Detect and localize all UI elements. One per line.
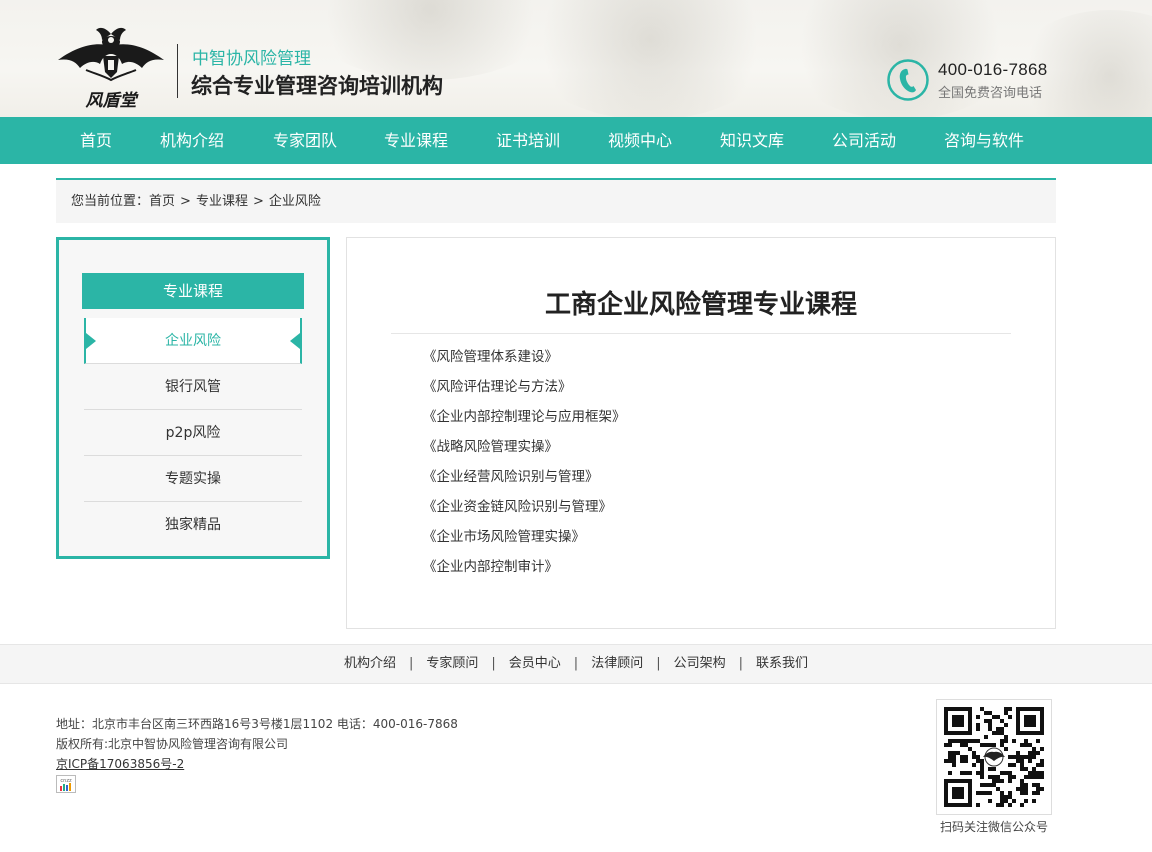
footer-copyright: 版权所有:北京中智协风险管理咨询有限公司 xyxy=(56,737,289,751)
breadcrumb: 您当前位置：首页 > 专业课程 > 企业风险 xyxy=(56,178,1056,223)
breadcrumb-prefix: 您当前位置： xyxy=(71,194,150,209)
hotline-caption: 全国免费咨询电话 xyxy=(938,86,1043,101)
footer-link-members[interactable]: 会员中心 xyxy=(509,656,561,671)
footer-links: 机构介绍 | 专家顾问 | 会员中心 | 法律顾问 | 公司架构 | 联系我们 xyxy=(0,644,1152,684)
nav-item-certificates[interactable]: 证书培训 xyxy=(496,117,560,164)
nav-item-library[interactable]: 知识文库 xyxy=(720,117,784,164)
active-marker-left xyxy=(86,333,96,349)
footer-separator: | xyxy=(491,656,496,671)
sidebar-item-exclusive[interactable]: 独家精品 xyxy=(84,502,302,548)
main-content: 工商企业风险管理专业课程 《风险管理体系建设》 《风险评估理论与方法》 《企业内… xyxy=(346,237,1056,629)
title-divider xyxy=(391,333,1011,334)
course-item[interactable]: 《企业市场风险管理实操》 xyxy=(423,526,626,556)
sidebar-item-p2p-risk[interactable]: p2p风险 xyxy=(84,410,302,456)
sidebar-title: 专业课程 xyxy=(82,273,304,309)
breadcrumb-courses[interactable]: 专业课程 xyxy=(196,194,248,209)
course-list: 《风险管理体系建设》 《风险评估理论与方法》 《企业内部控制理论与应用框架》 《… xyxy=(423,346,626,586)
main-nav: 首页 机构介绍 专家团队 专业课程 证书培训 视频中心 知识文库 公司活动 咨询… xyxy=(0,117,1152,164)
course-item[interactable]: 《企业内部控制审计》 xyxy=(423,556,626,586)
sidebar-item-enterprise-risk[interactable]: 企业风险 xyxy=(84,318,302,364)
course-item[interactable]: 《企业资金链风险识别与管理》 xyxy=(423,496,626,526)
nav-item-consulting[interactable]: 咨询与软件 xyxy=(944,117,1024,164)
nav-item-events[interactable]: 公司活动 xyxy=(832,117,896,164)
qr-code-icon xyxy=(944,707,1044,807)
course-item[interactable]: 《风险评估理论与方法》 xyxy=(423,376,626,406)
footer-link-about[interactable]: 机构介绍 xyxy=(344,656,396,671)
sidebar-item-practice[interactable]: 专题实操 xyxy=(84,456,302,502)
breadcrumb-current[interactable]: 企业风险 xyxy=(269,194,321,209)
logo-text: 风盾堂 xyxy=(86,91,140,111)
phone-icon xyxy=(886,58,930,102)
footer-link-experts[interactable]: 专家顾问 xyxy=(426,656,478,671)
ink-wash-decoration xyxy=(300,0,560,80)
footer-separator: | xyxy=(573,656,579,671)
course-item[interactable]: 《企业经营风险识别与管理》 xyxy=(423,466,626,496)
page-title: 工商企业风险管理专业课程 xyxy=(544,290,857,320)
nav-item-about[interactable]: 机构介绍 xyxy=(160,117,224,164)
sidebar-item-bank-risk[interactable]: 银行风管 xyxy=(84,364,302,410)
logo[interactable]: 风盾堂 xyxy=(56,24,166,112)
bat-emblem-icon: 风盾堂 xyxy=(58,27,164,111)
footer-link-legal[interactable]: 法律顾问 xyxy=(591,656,643,671)
site-header: 风盾堂 中智协风险管理 综合专业管理咨询培训机构 400-016-7868 全国… xyxy=(0,0,1152,117)
stat-chart-icon[interactable]: cnzz xyxy=(56,775,76,793)
footer-link-structure[interactable]: 公司架构 xyxy=(674,656,726,671)
sidebar: 专业课程 企业风险 银行风管 p2p风险 专题实操 独家精品 xyxy=(56,237,330,559)
sidebar-item-label: 企业风险 xyxy=(165,333,221,349)
breadcrumb-separator: > xyxy=(252,194,264,209)
course-item[interactable]: 《战略风险管理实操》 xyxy=(423,436,626,466)
footer-separator: | xyxy=(656,656,661,671)
hotline-number[interactable]: 400-016-7868 xyxy=(938,60,1047,80)
footer-address: 地址：北京市丰台区南三环西路16号3号楼1层1102 电话：400-016-78… xyxy=(56,717,458,731)
logo-divider xyxy=(177,44,178,98)
active-marker-right xyxy=(290,333,300,349)
logo-subtitle: 中智协风险管理 xyxy=(192,49,311,69)
logo-title: 综合专业管理咨询培训机构 xyxy=(191,74,443,98)
footer-separator: | xyxy=(738,656,743,671)
footer-info: 地址：北京市丰台区南三环西路16号3号楼1层1102 电话：400-016-78… xyxy=(56,714,458,774)
nav-item-home[interactable]: 首页 xyxy=(80,117,112,164)
course-item[interactable]: 《风险管理体系建设》 xyxy=(423,346,626,376)
qr-code xyxy=(936,699,1052,815)
footer-link-contact[interactable]: 联系我们 xyxy=(756,656,808,671)
course-item[interactable]: 《企业内部控制理论与应用框架》 xyxy=(423,406,626,436)
nav-item-videos[interactable]: 视频中心 xyxy=(608,117,672,164)
nav-item-courses[interactable]: 专业课程 xyxy=(384,117,448,164)
breadcrumb-separator: > xyxy=(180,194,191,209)
footer-separator: | xyxy=(408,656,414,671)
breadcrumb-home[interactable]: 首页 xyxy=(149,194,175,209)
qr-caption: 扫码关注微信公众号 xyxy=(939,820,1048,834)
icp-link[interactable]: 京ICP备17063856号-2 xyxy=(56,757,184,771)
nav-item-experts[interactable]: 专家团队 xyxy=(273,117,337,164)
